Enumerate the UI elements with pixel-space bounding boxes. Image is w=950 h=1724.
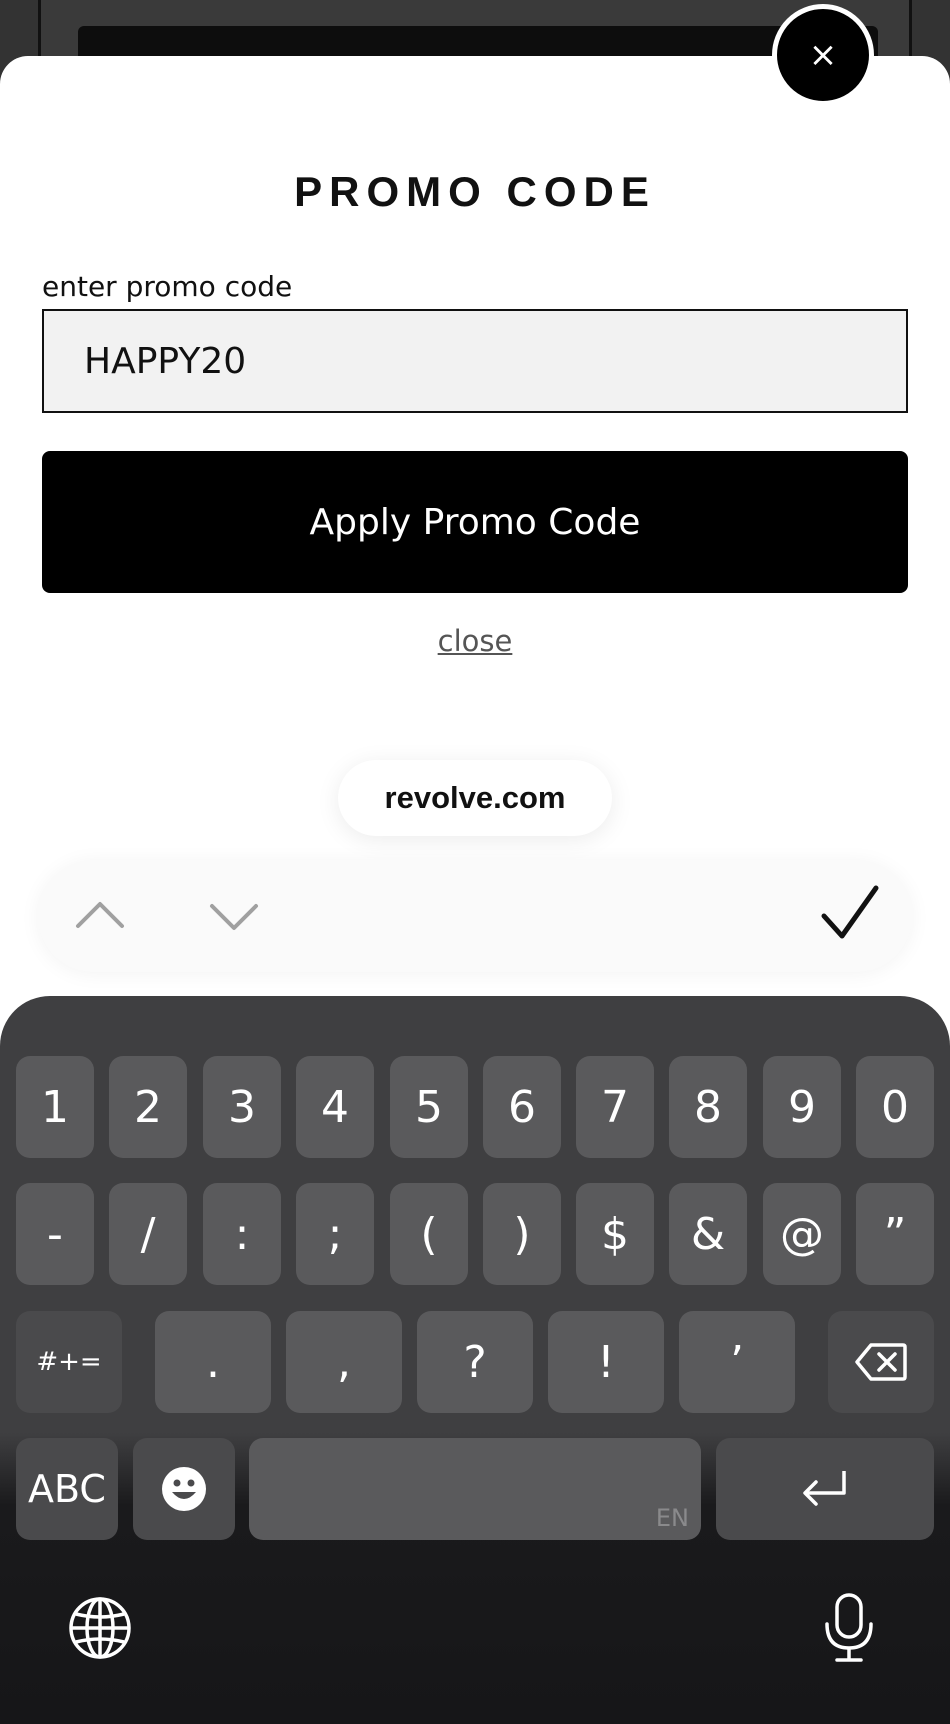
key-hyphen[interactable]: - xyxy=(16,1183,94,1285)
promo-code-label: enter promo code xyxy=(42,270,293,303)
close-dialog-button[interactable]: × xyxy=(772,4,874,106)
key-at[interactable]: @ xyxy=(763,1183,841,1285)
return-icon xyxy=(803,1471,846,1506)
key-dollar[interactable]: $ xyxy=(576,1183,654,1285)
close-link[interactable]: close xyxy=(0,624,950,658)
emoji-icon xyxy=(162,1467,206,1511)
checkmark-icon[interactable] xyxy=(818,882,882,946)
microphone-icon[interactable] xyxy=(822,1592,876,1664)
key-period[interactable]: . xyxy=(155,1311,271,1413)
space-language-label: EN xyxy=(655,1504,689,1532)
key-colon[interactable]: : xyxy=(203,1183,281,1285)
key-6[interactable]: 6 xyxy=(483,1056,561,1158)
key-semicolon[interactable]: ; xyxy=(296,1183,374,1285)
apply-promo-code-button[interactable]: Apply Promo Code xyxy=(42,451,908,593)
globe-icon[interactable] xyxy=(68,1596,132,1660)
key-abc[interactable]: ABC xyxy=(16,1438,118,1540)
return-key[interactable] xyxy=(716,1438,934,1540)
key-question[interactable]: ? xyxy=(417,1311,533,1413)
key-4[interactable]: 4 xyxy=(296,1056,374,1158)
form-accessory-toolbar xyxy=(38,860,912,972)
key-ampersand[interactable]: & xyxy=(669,1183,747,1285)
backspace-key[interactable] xyxy=(828,1311,934,1413)
chevron-down-icon[interactable] xyxy=(204,886,264,946)
key-quote[interactable]: ” xyxy=(856,1183,934,1285)
key-9[interactable]: 9 xyxy=(763,1056,841,1158)
key-slash[interactable]: / xyxy=(109,1183,187,1285)
key-2[interactable]: 2 xyxy=(109,1056,187,1158)
key-7[interactable]: 7 xyxy=(576,1056,654,1158)
key-0[interactable]: 0 xyxy=(856,1056,934,1158)
chevron-up-icon[interactable] xyxy=(70,886,130,946)
promo-code-input[interactable] xyxy=(42,309,908,413)
key-1[interactable]: 1 xyxy=(16,1056,94,1158)
keyboard: 1 2 3 4 5 6 7 8 9 0 - / : ; ( ) $ & @ ” … xyxy=(0,996,950,1724)
key-3[interactable]: 3 xyxy=(203,1056,281,1158)
key-close-paren[interactable]: ) xyxy=(483,1183,561,1285)
backspace-icon xyxy=(855,1343,907,1381)
key-8[interactable]: 8 xyxy=(669,1056,747,1158)
key-comma[interactable]: , xyxy=(286,1311,402,1413)
key-symbols-toggle[interactable]: #+= xyxy=(16,1311,122,1413)
url-domain-pill[interactable]: revolve.com xyxy=(338,760,612,836)
dialog-title: PROMO CODE xyxy=(294,168,656,215)
key-apostrophe[interactable]: ’ xyxy=(679,1311,795,1413)
space-key[interactable]: EN xyxy=(249,1438,701,1540)
key-5[interactable]: 5 xyxy=(390,1056,468,1158)
key-open-paren[interactable]: ( xyxy=(390,1183,468,1285)
emoji-key[interactable] xyxy=(133,1438,235,1540)
key-exclamation[interactable]: ! xyxy=(548,1311,664,1413)
